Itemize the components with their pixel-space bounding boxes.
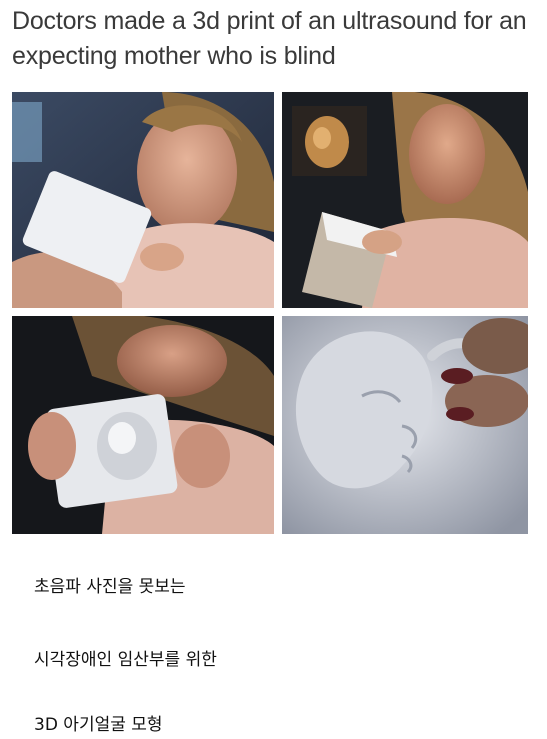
photo-closeup-baby-face-model bbox=[282, 316, 528, 534]
caption-line-2: 시각장애인 임산부를 위한 bbox=[34, 650, 217, 670]
photo-woman-touching-baby-face-model bbox=[12, 316, 274, 534]
photo-collage bbox=[12, 92, 528, 534]
caption-line-3: 3D 아기얼굴 모형 bbox=[34, 715, 163, 735]
post-title: Doctors made a 3d print of an ultrasound… bbox=[12, 7, 527, 70]
photo-woman-smiling-ultrasound-screen bbox=[282, 92, 528, 308]
photo-woman-holding-print bbox=[12, 92, 274, 308]
caption-line-1: 초음파 사진을 못보는 bbox=[34, 577, 186, 597]
